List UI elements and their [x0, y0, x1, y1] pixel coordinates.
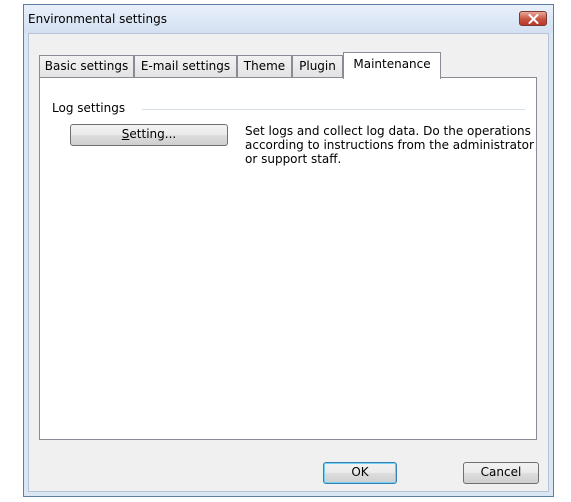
tab-basic-settings[interactable]: Basic settings	[39, 55, 134, 77]
log-settings-description: Set logs and collect log data. Do the op…	[245, 124, 534, 166]
tab-email-settings[interactable]: E-mail settings	[134, 55, 237, 77]
tab-maintenance[interactable]: Maintenance	[343, 52, 441, 79]
window-title: Environmental settings	[28, 12, 167, 26]
dialog-window: Environmental settings Basic settings E-…	[23, 4, 554, 497]
setting-button-label: etting...	[129, 127, 177, 141]
close-icon	[528, 14, 539, 24]
setting-button[interactable]: Setting...	[70, 124, 228, 146]
cancel-button[interactable]: Cancel	[463, 462, 539, 484]
close-button[interactable]	[519, 11, 547, 26]
log-settings-group-title: Log settings	[52, 101, 126, 115]
maintenance-panel: Log settings Setting... Set logs and col…	[39, 77, 537, 440]
dialog-client-area: Basic settings E-mail settings Theme Plu…	[28, 33, 549, 492]
title-bar[interactable]: Environmental settings	[24, 5, 553, 33]
ok-button[interactable]: OK	[323, 462, 397, 484]
group-divider	[142, 109, 525, 110]
tab-plugin[interactable]: Plugin	[292, 55, 343, 77]
tab-theme[interactable]: Theme	[237, 55, 292, 77]
